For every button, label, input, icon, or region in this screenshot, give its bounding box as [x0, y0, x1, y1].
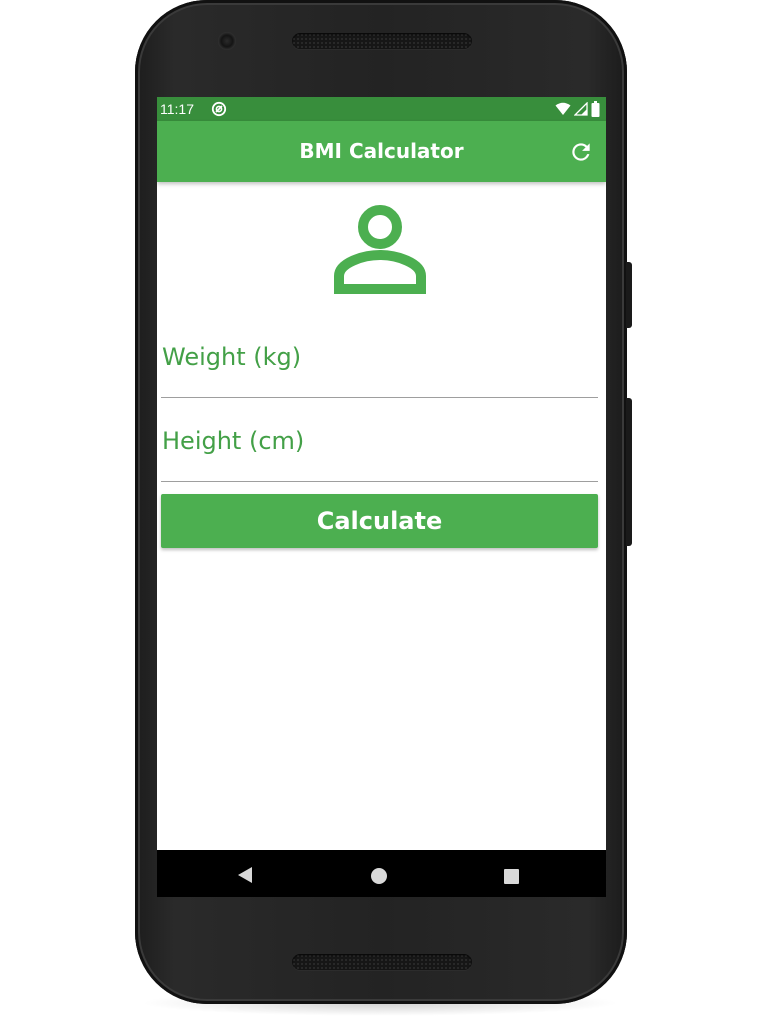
app-notification-icon: [210, 100, 228, 118]
calculate-button[interactable]: Calculate: [161, 494, 598, 548]
weight-field: [161, 325, 599, 398]
weight-input[interactable]: [161, 335, 599, 379]
navigation-bar: [157, 850, 606, 897]
bottom-speaker: [292, 954, 472, 970]
volume-button: [626, 262, 632, 328]
battery-icon: [591, 101, 600, 117]
app-title: BMI Calculator: [299, 139, 464, 163]
power-button: [626, 398, 632, 546]
back-icon[interactable]: [237, 866, 253, 884]
status-time: 11:17: [160, 101, 194, 117]
person-icon: [333, 203, 427, 295]
status-bar: 11:17: [157, 97, 606, 121]
app-bar: BMI Calculator: [157, 121, 606, 182]
refresh-icon[interactable]: [568, 139, 594, 165]
front-camera: [218, 32, 236, 50]
recents-icon[interactable]: [504, 869, 519, 884]
wifi-icon: [555, 102, 571, 116]
app-screen: 11:17 BMI Calculator Weight (kg) Height …: [157, 97, 606, 897]
top-speaker: [292, 33, 472, 49]
home-icon[interactable]: [371, 868, 387, 884]
signal-icon: [574, 102, 588, 116]
height-input[interactable]: [161, 419, 599, 463]
height-field: [161, 409, 599, 482]
status-icons: [555, 100, 600, 118]
